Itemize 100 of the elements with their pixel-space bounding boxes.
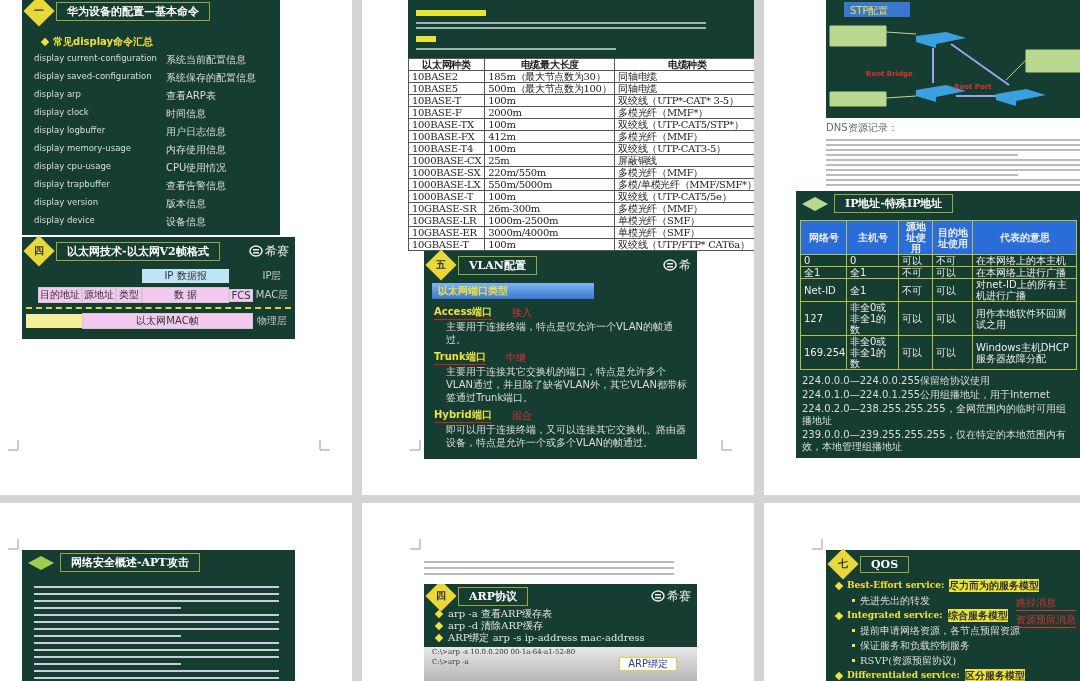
column-header: 源地址使用: [898, 220, 933, 255]
table-cell: 550m/5000m: [484, 178, 615, 191]
command-text: display memory-usage: [34, 143, 132, 155]
table-cell: 多模光纤（MMF）: [614, 202, 754, 215]
frame-field: 源地址: [82, 287, 116, 303]
table-cell: 10GBASE-SR: [408, 202, 485, 215]
service-model-name: Best-Effort service:: [847, 579, 945, 592]
command-description: 设备信息: [166, 215, 207, 229]
table-cell: 不可: [898, 278, 933, 302]
service-model-name: Integrated service:: [847, 609, 943, 622]
column-header: 电缆种类: [614, 58, 754, 71]
logo-icon: [663, 259, 677, 271]
table-cell: 185m（最大节点数为30）: [484, 70, 615, 83]
badge: 七: [827, 548, 859, 580]
table-cell: 在本网络上进行广播: [972, 266, 1077, 279]
table-cell: 多模光纤（MMF）: [614, 166, 754, 179]
service-model-name: Differentiated service:: [847, 669, 960, 681]
command-text: display current-configuration: [34, 53, 158, 65]
address-range-text: 239.0.0.0—239.255.255.255，仅在特定的本地范围内有效，本地管理组播地址: [801, 428, 1067, 454]
address-range-text: 224.0.1.0—224.0.1.255公用组播地址，用于Internet: [801, 388, 1051, 402]
bullet-icon: [852, 599, 855, 602]
table-cell: 10BASE2: [408, 70, 485, 83]
table-cell: 可以: [932, 266, 973, 279]
command-text: display logbuffer: [34, 125, 107, 137]
slide-title: 网络安全概述-APT攻击: [60, 553, 200, 572]
table-cell: Net-ID: [800, 278, 847, 302]
port-description: 即可以用于连接终端，又可以连接其它交换机、路由器设备，特点是允许一个或多个VLAN的帧通过。: [445, 423, 687, 449]
handwritten-note: 混合: [511, 408, 532, 423]
slide-title: 华为设备的配置—基本命令: [56, 1, 210, 21]
bullet-icon: [834, 611, 844, 620]
table-cell: 100BASE-TX: [408, 118, 485, 131]
crop-mark: [721, 440, 732, 451]
bullet-icon: [852, 659, 855, 662]
table-cell: 500m（最大节点数为100）: [484, 82, 615, 95]
command-text: display cpu-usage: [34, 161, 113, 173]
table-cell: 10GBASE-T: [408, 238, 485, 251]
table-cell: 220m/550m: [484, 166, 615, 179]
mac-frame-box: 以太网MAC帧: [82, 313, 253, 329]
port-type-label: Access端口: [434, 305, 493, 320]
table-cell: 1000m-2500m: [484, 214, 615, 227]
switch-icon: [996, 89, 1046, 106]
table-cell: 用作本地软件环回测试之用: [972, 301, 1077, 336]
column-header: 代表的意思: [972, 220, 1077, 255]
table-cell: 100m: [484, 142, 615, 155]
slide-heading: 常见display命令汇总: [53, 35, 154, 49]
column-header: 主机号: [846, 220, 899, 255]
table-cell: 可以: [932, 278, 973, 302]
badge: 四: [23, 235, 55, 267]
table-cell: 可以: [898, 254, 933, 267]
layer-label: IP层: [261, 269, 283, 283]
table-cell: 不可: [898, 266, 933, 279]
address-range-text: 224.0.2.0—238.255.255.255，全网范围内的临时可用组播地址: [801, 402, 1067, 428]
section-label: STP配置: [844, 2, 910, 17]
logo-text: 希: [679, 256, 691, 274]
table-cell: 169.254: [800, 335, 847, 370]
bullet-icon: [852, 644, 855, 647]
bullet-icon: [434, 633, 444, 643]
table-cell: 0: [846, 254, 899, 267]
bullet-icon: [434, 609, 444, 619]
badge: 一: [23, 0, 55, 27]
column-header: 电缆最大长度: [484, 58, 615, 71]
table-cell: 双绞线（UTP*-CAT* 3-5）: [614, 94, 754, 107]
table-cell: 对net-ID上的所有主机进行广播: [972, 278, 1077, 302]
table-cell: 全1: [846, 278, 899, 302]
crop-mark: [410, 539, 421, 550]
column-header: 目的地址使用: [932, 220, 973, 255]
table-cell: 全1: [800, 266, 847, 279]
table-cell: 双绞线（UTP-CAT5/STP*）: [614, 118, 754, 131]
table-cell: 1000BASE-CX: [408, 154, 485, 167]
table-cell: 100m: [484, 238, 615, 251]
logo-icon: [249, 245, 263, 257]
command-description: 查看告警信息: [166, 179, 227, 193]
ip-packet-box: IP 数据报: [142, 269, 229, 283]
table-cell: 10GBASE-LR: [408, 214, 485, 227]
bullet-text: arp -d 清除ARP缓存: [448, 620, 543, 632]
frame-field: 数 据: [142, 287, 229, 303]
table-cell: 双绞线（UTP-CAT5/5e）: [614, 190, 754, 203]
table-cell: 10GBASE-ER: [408, 226, 485, 239]
table-cell: 可以: [932, 335, 973, 370]
table-cell: 1000BASE-LX: [408, 178, 485, 191]
table-cell: 单模光纤（SMF）: [614, 214, 754, 227]
bullet-icon: [40, 37, 50, 47]
layer-label: 物理层: [256, 314, 288, 328]
table-cell: 多模/单模光纤（MMF/SMF*）: [614, 178, 754, 191]
handwritten-note: 接入: [512, 305, 533, 320]
bullet-icon: [434, 621, 444, 631]
table-cell: 100m: [484, 118, 615, 131]
crop-mark: [812, 539, 823, 550]
bullet-icon: [834, 671, 844, 680]
column-header: 网络号: [800, 220, 847, 255]
table-cell: 100BASE-T4: [408, 142, 485, 155]
table-cell: 26m-300m: [484, 202, 615, 215]
table-cell: 非全0或非全1的数: [846, 335, 899, 370]
slide-title: ARP协议: [458, 586, 528, 606]
table-cell: 127: [800, 301, 847, 336]
command-text: display trapbuffer: [34, 179, 111, 191]
table-cell: 可以: [898, 301, 933, 336]
table-cell: 同轴电缆: [614, 82, 754, 95]
table-cell: 100m: [484, 190, 615, 203]
bullet-text: RSVP(资源预留协议): [860, 654, 957, 667]
